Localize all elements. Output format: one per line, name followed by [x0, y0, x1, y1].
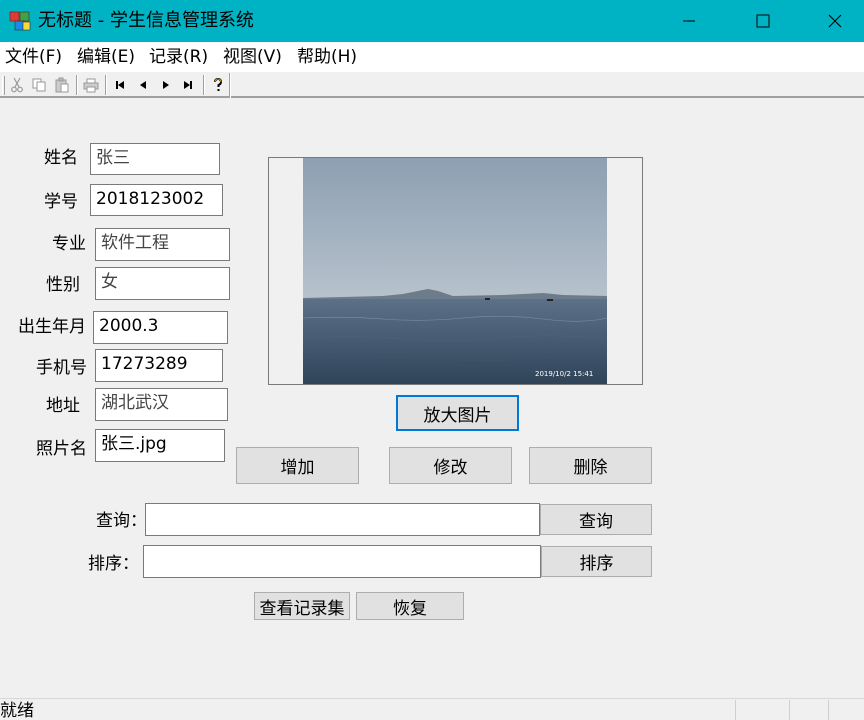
gender-field[interactable]: 女: [95, 267, 230, 300]
maximize-icon: [756, 14, 770, 28]
photo-name-label: 照片名: [36, 439, 87, 459]
photo-frame: 2019/10/2 15:41: [268, 157, 643, 385]
sort-input[interactable]: [143, 545, 541, 578]
last-record-icon: [184, 81, 192, 89]
major-field[interactable]: 软件工程: [95, 228, 230, 261]
student-id-label: 学号: [44, 192, 78, 212]
first-record-icon: [116, 81, 124, 89]
minimize-icon: [683, 20, 695, 22]
close-button[interactable]: [800, 0, 864, 42]
prev-record-button[interactable]: [133, 75, 153, 95]
paste-button[interactable]: [52, 75, 72, 95]
birth-label: 出生年月: [18, 317, 86, 337]
window-title: 无标题 - 学生信息管理系统: [38, 10, 254, 31]
first-record-button[interactable]: [110, 75, 130, 95]
sort-button[interactable]: 排序: [541, 546, 652, 577]
menu-file[interactable]: 文件(F): [5, 46, 62, 68]
title-bar: 无标题 - 学生信息管理系统: [0, 0, 864, 42]
menu-edit[interactable]: 编辑(E): [77, 46, 135, 68]
copy-icon: [32, 78, 46, 92]
student-id-field[interactable]: 2018123002: [90, 184, 223, 216]
photo-name-field[interactable]: 张三.jpg: [95, 429, 225, 462]
close-icon: [828, 14, 842, 28]
toolbar-separator: [203, 75, 205, 95]
toolbar-grip: [2, 76, 5, 95]
maximize-button[interactable]: [728, 0, 798, 42]
address-label: 地址: [46, 396, 80, 416]
toolbar-separator: [105, 75, 107, 95]
query-input[interactable]: [145, 503, 540, 536]
major-label: 专业: [52, 234, 86, 254]
birth-field[interactable]: 2000.3: [93, 311, 228, 344]
query-button[interactable]: 查询: [540, 504, 652, 535]
phone-field[interactable]: 17273289: [95, 349, 223, 382]
name-label: 姓名: [44, 148, 78, 168]
prev-record-icon: [140, 81, 146, 89]
last-record-button[interactable]: [178, 75, 198, 95]
gender-label: 性别: [46, 275, 80, 295]
toolbar: [0, 73, 864, 98]
menu-bar: 文件(F) 编辑(E) 记录(R) 视图(V) 帮助(H): [0, 42, 864, 72]
modify-button[interactable]: 修改: [389, 447, 512, 484]
paste-icon: [55, 77, 69, 93]
menu-record[interactable]: 记录(R): [149, 46, 208, 68]
photo-timestamp: 2019/10/2 15:41: [535, 370, 593, 378]
help-icon: [214, 77, 223, 91]
address-field[interactable]: 湖北武汉: [95, 388, 228, 421]
phone-label: 手机号: [36, 358, 87, 378]
app-icon: [9, 11, 31, 31]
delete-button[interactable]: 删除: [529, 447, 652, 484]
minimize-button[interactable]: [654, 0, 724, 42]
print-button[interactable]: [81, 75, 101, 95]
help-button[interactable]: [208, 75, 228, 95]
sort-label: 排序：: [88, 554, 139, 574]
status-pane: [789, 700, 790, 720]
status-pane: [828, 700, 829, 720]
name-field[interactable]: 张三: [90, 143, 220, 175]
view-records-button[interactable]: 查看记录集: [254, 592, 350, 620]
copy-button[interactable]: [29, 75, 49, 95]
next-record-icon: [163, 81, 169, 89]
query-label: 查询：: [96, 511, 147, 531]
status-bar: 就绪: [0, 698, 864, 720]
print-icon: [83, 78, 99, 93]
restore-button[interactable]: 恢复: [356, 592, 464, 620]
menu-view[interactable]: 视图(V): [223, 46, 282, 68]
enlarge-picture-button[interactable]: 放大图片: [396, 395, 519, 431]
toolbar-end: [229, 73, 231, 98]
photo-image: 2019/10/2 15:41: [303, 158, 607, 384]
cut-icon: [11, 77, 23, 93]
toolbar-separator: [76, 75, 78, 95]
status-pane: [735, 700, 736, 720]
cut-button[interactable]: [7, 75, 27, 95]
status-text: 就绪: [0, 701, 34, 720]
menu-help[interactable]: 帮助(H): [297, 46, 357, 68]
next-record-button[interactable]: [156, 75, 176, 95]
add-button[interactable]: 增加: [236, 447, 359, 484]
